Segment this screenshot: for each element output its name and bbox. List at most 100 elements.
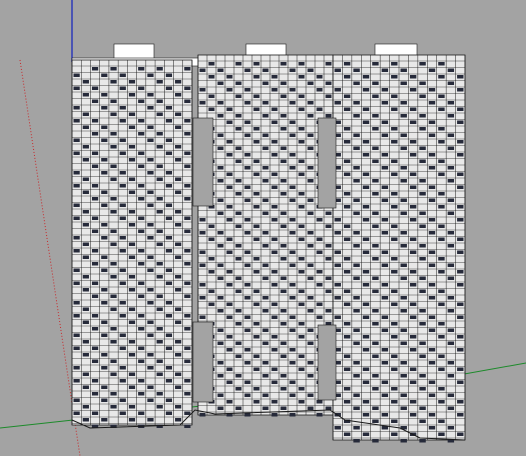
window-block bbox=[235, 309, 242, 313]
window-block bbox=[199, 283, 206, 287]
window-block bbox=[438, 192, 445, 196]
x-axis-red-dotted bbox=[19, 59, 81, 456]
window-block bbox=[419, 94, 426, 98]
window-block bbox=[119, 379, 126, 383]
window-block bbox=[447, 179, 455, 183]
window-block bbox=[428, 101, 436, 105]
window-block bbox=[175, 275, 182, 279]
window-block bbox=[381, 296, 389, 300]
window-block bbox=[391, 432, 398, 436]
window-block bbox=[409, 380, 417, 384]
window-block bbox=[82, 242, 89, 246]
window-block bbox=[138, 119, 145, 123]
window-block bbox=[419, 224, 426, 228]
window-block bbox=[101, 190, 108, 194]
window-block bbox=[428, 198, 436, 202]
window-block bbox=[447, 198, 455, 202]
window-block bbox=[175, 320, 182, 324]
window-block bbox=[457, 380, 464, 384]
window-block bbox=[235, 224, 242, 228]
window-block bbox=[244, 120, 251, 124]
window-block bbox=[457, 107, 464, 111]
window-block bbox=[82, 177, 89, 181]
window-block bbox=[457, 153, 464, 157]
window-block bbox=[253, 159, 260, 163]
window-block bbox=[101, 106, 108, 110]
window-block bbox=[138, 184, 145, 188]
window-block bbox=[419, 159, 426, 163]
modeling-viewport[interactable] bbox=[0, 0, 526, 456]
window-block bbox=[128, 405, 136, 409]
window-block bbox=[110, 80, 117, 84]
window-block bbox=[128, 385, 136, 389]
window-block bbox=[289, 231, 296, 235]
window-block bbox=[101, 301, 108, 305]
window-block bbox=[271, 185, 278, 189]
window-block bbox=[165, 119, 173, 123]
window-block bbox=[165, 106, 173, 110]
void-left-upper bbox=[192, 117, 214, 207]
window-block bbox=[235, 114, 242, 118]
window-block bbox=[91, 411, 99, 415]
window-block bbox=[119, 314, 126, 318]
window-block bbox=[428, 263, 436, 267]
window-block bbox=[447, 146, 455, 150]
residential-tower-model[interactable] bbox=[71, 43, 466, 443]
window-block bbox=[362, 315, 370, 319]
window-block bbox=[262, 263, 269, 267]
window-block bbox=[253, 192, 260, 196]
window-block bbox=[217, 276, 224, 280]
window-block bbox=[217, 296, 224, 300]
window-block bbox=[156, 80, 163, 84]
window-block bbox=[307, 263, 314, 267]
window-block bbox=[409, 205, 417, 209]
window-block bbox=[262, 276, 269, 280]
window-block bbox=[128, 372, 136, 376]
window-block bbox=[147, 106, 154, 110]
window-block bbox=[271, 367, 278, 371]
3d-scene[interactable] bbox=[0, 0, 526, 456]
window-block bbox=[409, 237, 417, 241]
window-block bbox=[165, 138, 173, 142]
window-block bbox=[147, 171, 154, 175]
window-block bbox=[289, 218, 296, 222]
window-block bbox=[165, 346, 173, 350]
window-block bbox=[175, 125, 182, 129]
window-block bbox=[419, 387, 426, 391]
window-block bbox=[271, 348, 278, 352]
window-block bbox=[307, 341, 314, 345]
window-block bbox=[91, 164, 99, 168]
window-block bbox=[208, 270, 215, 274]
window-block bbox=[91, 346, 99, 350]
window-block bbox=[226, 380, 233, 384]
window-block bbox=[175, 158, 182, 162]
window-block bbox=[138, 346, 145, 350]
window-block bbox=[457, 172, 464, 176]
window-block bbox=[372, 114, 379, 118]
window-block bbox=[147, 158, 154, 162]
window-block bbox=[128, 190, 136, 194]
window-block bbox=[91, 262, 99, 266]
window-block bbox=[400, 328, 407, 332]
window-block bbox=[226, 250, 233, 254]
window-block bbox=[409, 283, 417, 287]
window-block bbox=[91, 67, 99, 71]
window-block bbox=[73, 411, 80, 415]
window-block bbox=[235, 322, 242, 326]
window-block bbox=[226, 270, 233, 274]
window-block bbox=[307, 114, 314, 118]
window-block bbox=[457, 120, 464, 124]
window-block bbox=[419, 406, 426, 410]
window-block bbox=[244, 198, 251, 202]
window-block bbox=[298, 205, 305, 209]
window-block bbox=[391, 387, 398, 391]
void-right-lower bbox=[317, 324, 337, 401]
window-block bbox=[244, 185, 251, 189]
window-block bbox=[217, 244, 224, 248]
window-block bbox=[428, 393, 436, 397]
window-block bbox=[253, 289, 260, 293]
window-block bbox=[73, 184, 80, 188]
window-block bbox=[438, 302, 445, 306]
window-block bbox=[289, 315, 296, 319]
window-block bbox=[280, 387, 287, 391]
